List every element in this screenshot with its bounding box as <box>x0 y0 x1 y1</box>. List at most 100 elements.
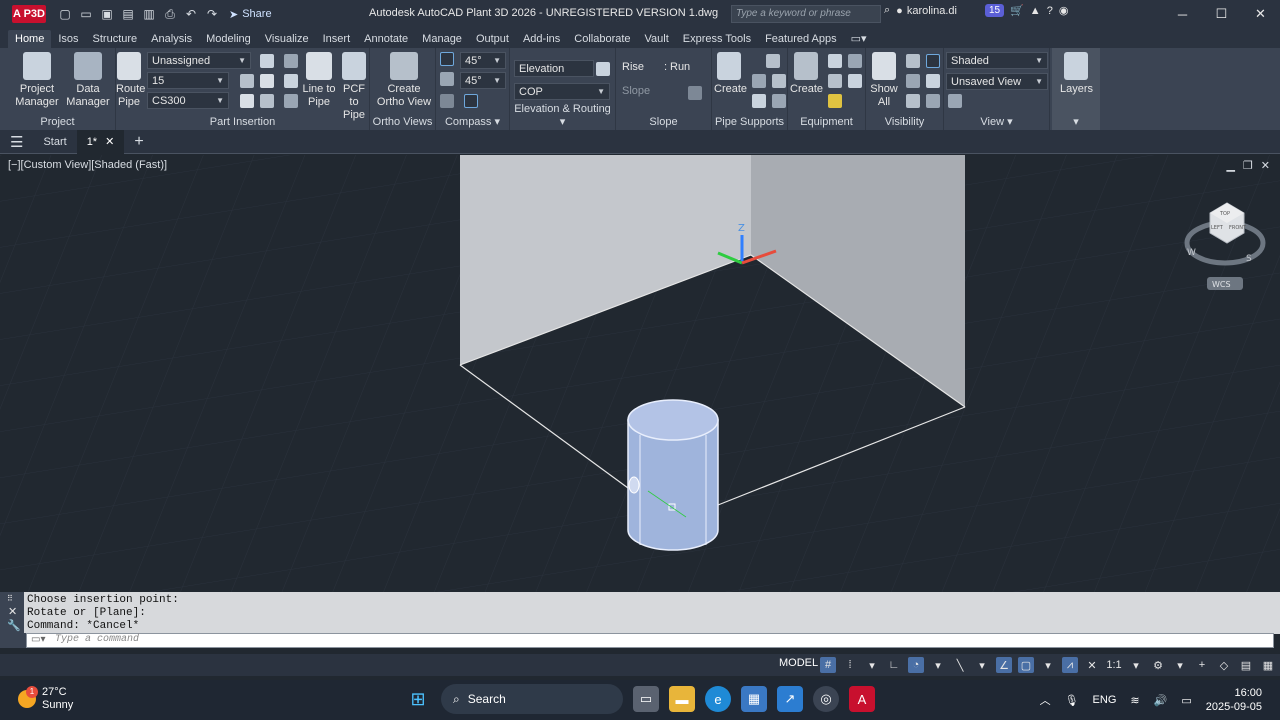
weather-widget[interactable]: 1 27°C Sunny <box>18 686 73 712</box>
microsoft-store-icon[interactable]: ▦ <box>741 686 767 712</box>
task-view-icon[interactable]: ▭ <box>633 686 659 712</box>
tab-home[interactable]: Home <box>8 30 52 48</box>
save-as-icon[interactable]: ▤ <box>119 5 137 23</box>
undo-icon[interactable]: ↶ <box>182 5 200 23</box>
new-file-icon[interactable]: ▢ <box>56 5 74 23</box>
compass-toggle-icon[interactable] <box>440 52 454 66</box>
support-tool-2-icon[interactable] <box>752 74 766 88</box>
file-explorer-icon[interactable]: ▬ <box>669 686 695 712</box>
show-hidden-icons-icon[interactable]: ︿ <box>1040 692 1051 708</box>
attach-icon[interactable] <box>284 74 298 88</box>
tab-express-tools[interactable]: Express Tools <box>676 30 758 48</box>
drawing-canvas[interactable]: Z <box>0 155 1280 592</box>
insert-valve-icon[interactable] <box>260 94 274 108</box>
tab-analysis[interactable]: Analysis <box>144 30 199 48</box>
elevation-input[interactable]: Elevation <box>514 60 594 77</box>
notification-badge[interactable]: 15 <box>984 4 1005 17</box>
support-tool-1-icon[interactable] <box>766 54 780 68</box>
spec-viewer-icon[interactable] <box>284 54 298 68</box>
compass-panel-title[interactable]: Compass ▾ <box>436 115 509 128</box>
battery-icon[interactable]: ▭ <box>1181 694 1191 707</box>
open-folder-icon[interactable]: ▭ <box>77 5 95 23</box>
annotation-scale-button[interactable]: 1:1 <box>1106 657 1122 673</box>
tab-annotate[interactable]: Annotate <box>357 30 415 48</box>
connect-icon[interactable]: ◉ <box>1059 4 1069 17</box>
slope-label[interactable]: Slope <box>622 85 650 97</box>
ribbon-tabs-overflow-icon[interactable]: ▭▾ <box>844 29 874 48</box>
tab-vault[interactable]: Vault <box>638 30 676 48</box>
isodraft-icon[interactable]: ╲ <box>952 657 968 673</box>
autocad-plant3d-icon[interactable]: A <box>849 686 875 712</box>
osnap-dropdown-icon[interactable]: ▾ <box>1040 657 1056 673</box>
project-manager-button[interactable]: Project Manager <box>14 52 60 109</box>
viewport-config-icon[interactable] <box>948 94 962 108</box>
viewport-controls-label[interactable]: [−][Custom View][Shaded (Fast)] <box>8 159 167 171</box>
workspace-gear-icon[interactable]: ⚙ <box>1150 657 1166 673</box>
cart-icon[interactable]: 🛒 <box>1010 4 1024 17</box>
wifi-icon[interactable]: ≋ <box>1130 694 1139 707</box>
language-indicator[interactable]: ENG <box>1093 694 1117 706</box>
layers-button[interactable]: Layers <box>1060 52 1093 96</box>
customize-wrench-icon[interactable]: 🔧 <box>7 619 21 632</box>
annotation-visibility-icon[interactable]: ⩘ <box>1062 657 1078 673</box>
tab-collaborate[interactable]: Collaborate <box>567 30 637 48</box>
compass-angle-dropdown-2[interactable]: 45° ▼ <box>460 72 506 89</box>
route-pipe-button[interactable]: Route Pipe <box>116 52 145 109</box>
scale-dropdown-icon[interactable]: ▾ <box>1128 657 1144 673</box>
visibility-tool-5-icon[interactable] <box>906 94 920 108</box>
layers-panel[interactable]: Layers ▾ <box>1052 48 1100 130</box>
support-tool-5-icon[interactable] <box>772 94 786 108</box>
vessel-cylinder[interactable] <box>627 399 719 551</box>
connect-pipe-icon[interactable] <box>240 74 254 88</box>
hardware-acceleration-icon[interactable]: ▦ <box>1260 657 1276 673</box>
search-icon[interactable]: ⌕ <box>884 4 890 17</box>
tab-start[interactable]: Start <box>33 130 76 154</box>
service-dropdown[interactable]: Unassigned ▼ <box>147 52 251 69</box>
support-tool-4-icon[interactable] <box>752 94 766 108</box>
create-equipment-button[interactable]: Create <box>790 52 823 96</box>
equipment-tool-2-icon[interactable] <box>848 54 862 68</box>
tab-visualize[interactable]: Visualize <box>258 30 316 48</box>
object-snap-icon[interactable]: ▢ <box>1018 657 1034 673</box>
visibility-tool-4-icon[interactable] <box>926 74 940 88</box>
compass-settings-icon[interactable] <box>464 94 478 108</box>
windows-start-icon[interactable]: ⊞ <box>405 686 431 712</box>
autodesk-access-icon[interactable]: ↗ <box>777 686 803 712</box>
layers-expand-icon[interactable]: ▾ <box>1052 115 1100 128</box>
chrome-icon[interactable]: ◎ <box>813 686 839 712</box>
place-icon[interactable] <box>240 94 254 108</box>
viewport-restore-icon[interactable]: ❐ <box>1243 159 1253 172</box>
tab-featured-apps[interactable]: Featured Apps <box>758 30 844 48</box>
user-account-button[interactable]: ● karolina.di <box>896 5 957 17</box>
volume-icon[interactable]: 🔊 <box>1154 694 1168 707</box>
polar-dropdown-icon[interactable]: ▾ <box>930 657 946 673</box>
named-view-dropdown[interactable]: Unsaved View ▼ <box>946 73 1048 90</box>
elevation-pick-icon[interactable] <box>596 62 610 76</box>
web-save-icon[interactable]: ▥ <box>140 5 158 23</box>
tab-drawing[interactable]: 1* ✕ <box>76 129 125 154</box>
taskbar-search[interactable]: ⌕ Search <box>441 684 623 714</box>
create-ortho-view-button[interactable]: Create Ortho View <box>376 52 432 109</box>
new-tab-button[interactable]: + <box>124 130 153 154</box>
tab-isos[interactable]: Isos <box>51 30 85 48</box>
visual-style-dropdown[interactable]: Shaded ▼ <box>946 52 1048 69</box>
view-panel-title[interactable]: View ▾ <box>944 115 1049 128</box>
command-input[interactable]: ▭▾ Type a command <box>26 633 1274 648</box>
equipment-tool-1-icon[interactable] <box>828 54 842 68</box>
snap-icon[interactable] <box>440 72 454 86</box>
slope-settings-icon[interactable] <box>688 86 702 100</box>
close-window-button[interactable]: ✕ <box>1241 0 1280 28</box>
insert-fitting-icon[interactable] <box>260 74 274 88</box>
equipment-tool-5-icon[interactable] <box>828 94 842 108</box>
pcf-to-pipe-button[interactable]: PCF to Pipe <box>338 52 370 122</box>
edge-browser-icon[interactable]: e <box>705 686 731 712</box>
minimize-button[interactable]: ─ <box>1163 0 1202 28</box>
close-tab-icon[interactable]: ✕ <box>105 135 114 148</box>
tab-add-ins[interactable]: Add-ins <box>516 30 567 48</box>
quick-properties-icon[interactable]: ▤ <box>1238 657 1254 673</box>
close-command-icon[interactable]: ✕ <box>8 605 17 618</box>
visibility-tool-6-icon[interactable] <box>926 94 940 108</box>
equipment-tool-4-icon[interactable] <box>848 74 862 88</box>
save-icon[interactable]: ▣ <box>98 5 116 23</box>
grid-display-icon[interactable]: # <box>820 657 836 673</box>
